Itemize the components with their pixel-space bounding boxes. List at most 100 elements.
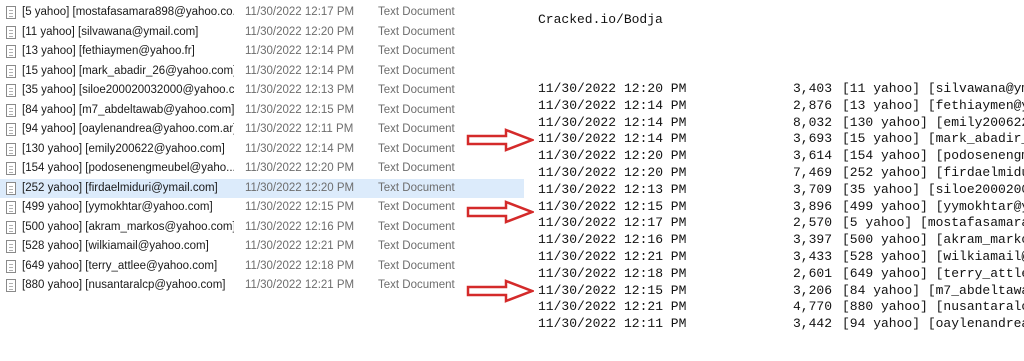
file-row[interactable]: [5 yahoo] [mostafasamara898@yahoo.co... 1…: [0, 3, 524, 22]
line-date: 11/30/2022: [538, 114, 617, 130]
red-arrow-icon: [466, 279, 534, 303]
line-date: 11/30/2022: [538, 249, 617, 264]
file-date-modified: 11/30/2022 12:14 PM: [245, 45, 355, 57]
line-filename: [35 yahoo] [siloe20002003200: [842, 181, 1024, 197]
line-date: 11/30/2022: [538, 215, 617, 231]
file-row[interactable]: [528 yahoo] [wilkiamail@yahoo.com] 11/30/…: [0, 237, 524, 256]
file-type: Text Document: [378, 45, 455, 57]
console-title: Cracked.io/Bodja: [538, 12, 663, 27]
file-name: [499 yahoo] [yymokhtar@yahoo.com]: [22, 201, 213, 213]
file-row[interactable]: [15 yahoo] [mark_abadir_26@yahoo.com] 11/…: [0, 62, 524, 81]
line-filename: [154 yahoo] [podosenengmeub: [842, 148, 1024, 164]
file-row[interactable]: [499 yahoo] [yymokhtar@yahoo.com] 11/30/2…: [0, 198, 524, 217]
line-time: 12:15 PM: [624, 282, 687, 298]
file-row[interactable]: [11 yahoo] [silvawana@ymail.com] 11/30/20…: [0, 23, 524, 42]
line-size: 3,403: [793, 81, 833, 96]
file-date-modified: 11/30/2022 12:16 PM: [245, 220, 355, 233]
text-document-icon: [6, 162, 16, 175]
file-type: Text Document: [378, 142, 455, 155]
line-filename: [252 yahoo] [firdaelmiduri@: [842, 165, 1024, 180]
line-date: 11/30/2022: [538, 181, 617, 197]
line-date: 11/30/2022: [538, 265, 617, 281]
line-date: 11/30/2022: [538, 198, 617, 214]
file-type: Text Document: [378, 6, 455, 18]
file-type: Text Document: [378, 103, 455, 116]
line-filename: [5 yahoo] [mostafasamara898: [842, 215, 1024, 231]
file-date-modified: 11/30/2022 12:15 PM: [245, 103, 355, 116]
file-row[interactable]: [130 yahoo] [emily200622@yahoo.com] 11/30…: [0, 140, 524, 159]
line-date: 11/30/2022: [538, 232, 617, 248]
text-document-icon: [6, 201, 16, 214]
line-size: 8,032: [793, 114, 833, 130]
file-row[interactable]: [35 yahoo] [siloe200020032000@yahoo.c...…: [0, 81, 524, 100]
file-name: [11 yahoo] [silvawana@ymail.com]: [22, 25, 199, 38]
line-size: 7,469: [793, 165, 833, 180]
line-filename: [130 yahoo] [emily200622@ya: [842, 114, 1024, 130]
text-document-icon: [6, 279, 16, 292]
console-output: Cracked.io/Bodja 11/30/2022 12:20 PM 3,403…: [524, 0, 1024, 361]
line-time: 12:21 PM: [624, 299, 687, 315]
text-document-icon: [6, 181, 16, 195]
file-date-modified: 11/30/2022 12:21 PM: [245, 279, 355, 291]
text-document-icon: [6, 25, 16, 39]
file-row[interactable]: [649 yahoo] [terry_attlee@yahoo.com] 11/3…: [0, 257, 524, 276]
line-size: 3,442: [793, 316, 833, 332]
line-time: 12:14 PM: [624, 114, 687, 130]
line-time: 12:13 PM: [624, 181, 687, 197]
line-time: 12:20 PM: [624, 165, 687, 180]
line-filename: [649 yahoo] [terry_attlee@y: [842, 265, 1024, 281]
file-name: [154 yahoo] [podosenengmeubel@yaho...: [22, 162, 234, 174]
line-filename: [880 yahoo] [nusantaralcp@y: [842, 299, 1024, 315]
line-filename: [13 yahoo] [fethiaymen@yaho: [842, 97, 1024, 113]
file-type: Text Document: [378, 181, 455, 194]
file-row[interactable]: [500 yahoo] [akram_markos@yahoo.com] 11/3…: [0, 218, 524, 237]
file-name: [94 yahoo] [oaylenandrea@yahoo.com.ar]: [22, 123, 234, 135]
file-type: Text Document: [378, 84, 455, 96]
file-name: [13 yahoo] [fethiaymen@yahoo.fr]: [22, 45, 195, 57]
file-name: [35 yahoo] [siloe200020032000@yahoo.c...: [22, 84, 234, 96]
text-document-icon: [6, 84, 16, 97]
line-size: 3,709: [793, 181, 833, 197]
file-date-modified: 11/30/2022 12:18 PM: [245, 259, 355, 272]
text-document-icon: [6, 240, 16, 253]
file-name: [84 yahoo] [m7_abdeltawab@yahoo.com]: [22, 103, 234, 116]
file-name: [500 yahoo] [akram_markos@yahoo.com]: [22, 220, 234, 233]
file-date-modified: 11/30/2022 12:14 PM: [245, 142, 355, 155]
file-row[interactable]: [154 yahoo] [podosenengmeubel@yaho... 11/…: [0, 159, 524, 178]
file-type: Text Document: [378, 64, 455, 77]
red-arrow-icon: [466, 200, 534, 224]
line-time: 12:14 PM: [624, 131, 687, 147]
line-filename: [94 yahoo] [oaylenandrea@yah: [842, 316, 1024, 332]
text-document-icon: [6, 6, 16, 19]
file-row[interactable]: [13 yahoo] [fethiaymen@yahoo.fr] 11/30/20…: [0, 42, 524, 61]
file-name: [130 yahoo] [emily200622@yahoo.com]: [22, 142, 225, 155]
line-date: 11/30/2022: [538, 97, 617, 113]
file-type: Text Document: [378, 201, 455, 213]
line-filename: [500 yahoo] [akram_markos@y: [842, 232, 1024, 248]
text-document-icon: [6, 103, 16, 117]
line-date: 11/30/2022: [538, 131, 617, 147]
file-row[interactable]: [94 yahoo] [oaylenandrea@yahoo.com.ar] 11…: [0, 120, 524, 139]
line-size: 4,770: [793, 299, 833, 315]
line-size: 2,570: [793, 215, 833, 231]
file-type: Text Document: [378, 123, 455, 135]
line-filename: [528 yahoo] [wilkiamail@yah: [842, 249, 1024, 264]
line-filename: [15 yahoo] [mark_abadir_26@: [842, 131, 1024, 147]
line-time: 12:20 PM: [624, 81, 687, 96]
line-size: 2,876: [793, 97, 833, 113]
file-row[interactable]: [84 yahoo] [m7_abdeltawab@yahoo.com] 11/3…: [0, 101, 524, 120]
file-date-modified: 11/30/2022 12:21 PM: [245, 240, 355, 252]
file-type: Text Document: [378, 25, 455, 38]
file-row[interactable]: [880 yahoo] [nusantaralcp@yahoo.com] 11/3…: [0, 276, 524, 295]
line-size: 3,693: [793, 131, 833, 147]
line-filename: [11 yahoo] [silvawana@ymail: [842, 81, 1024, 96]
line-time: 12:15 PM: [624, 198, 687, 214]
line-time: 12:14 PM: [624, 97, 687, 113]
text-document-icon: [6, 142, 16, 156]
red-arrow-icon: [466, 128, 534, 152]
line-size: 3,433: [793, 249, 833, 264]
file-name: [649 yahoo] [terry_attlee@yahoo.com]: [22, 259, 218, 272]
text-document-icon: [6, 123, 16, 136]
file-row[interactable]: [252 yahoo] [firdaelmiduri@ymail.com] 11/…: [0, 178, 524, 198]
line-date: 11/30/2022: [538, 282, 617, 298]
